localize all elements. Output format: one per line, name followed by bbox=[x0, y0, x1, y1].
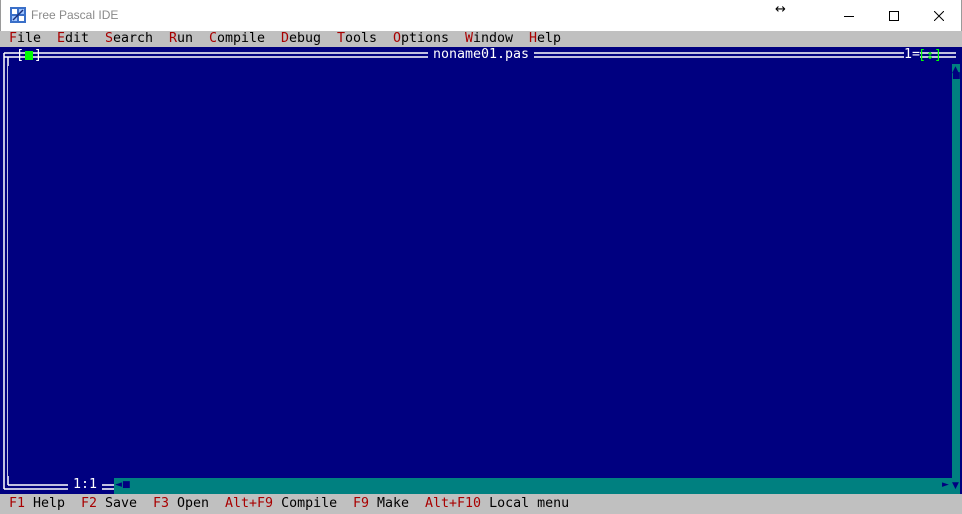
app-icon bbox=[10, 7, 26, 23]
menu-compile[interactable]: Compile bbox=[209, 31, 265, 47]
menu-edit[interactable]: Edit bbox=[57, 31, 89, 47]
status-bar: F1 Help F2 Save F3 Open Alt+F9 Compile F… bbox=[0, 494, 962, 514]
menu-window[interactable]: Window bbox=[465, 31, 513, 47]
status-make[interactable]: F9 Make bbox=[353, 494, 409, 514]
vertical-scrollbar[interactable]: ▲ ■ ▼ bbox=[952, 64, 961, 494]
menu-options[interactable]: Options bbox=[393, 31, 449, 47]
zoom-arrows-icon: [↕] bbox=[918, 48, 943, 63]
window-title: Free Pascal IDE bbox=[31, 8, 119, 22]
menu-file[interactable]: File bbox=[9, 31, 41, 47]
resize-cursor-icon: ↔ bbox=[775, 2, 786, 17]
close-button[interactable] bbox=[916, 0, 962, 31]
scroll-thumb-vertical[interactable]: ■ bbox=[952, 72, 961, 81]
scroll-left-arrow-icon[interactable]: ◄ bbox=[115, 481, 122, 490]
ide-console: File Edit Search Run Compile Debug Tools… bbox=[0, 31, 962, 514]
close-box-icon bbox=[25, 50, 34, 60]
scroll-thumb-horizontal[interactable]: ■ bbox=[122, 481, 131, 490]
menu-tools[interactable]: Tools bbox=[337, 31, 377, 47]
window-zoom-box[interactable]: [↕] bbox=[918, 48, 942, 64]
editor-filename: noname01.pas bbox=[428, 47, 535, 63]
status-open[interactable]: F3 Open bbox=[153, 494, 209, 514]
scroll-down-arrow-icon[interactable]: ▼ bbox=[952, 482, 959, 491]
horizontal-scrollbar[interactable]: ◄ ■ ► bbox=[114, 478, 952, 494]
menu-search[interactable]: Search bbox=[105, 31, 153, 47]
menu-run[interactable]: Run bbox=[169, 31, 193, 47]
status-save[interactable]: F2 Save bbox=[81, 494, 137, 514]
close-icon bbox=[934, 10, 944, 21]
minimize-button[interactable] bbox=[826, 0, 872, 31]
status-local-menu[interactable]: Alt+F10 Local menu bbox=[425, 494, 569, 514]
status-help[interactable]: F1 Help bbox=[9, 494, 65, 514]
window-titlebar[interactable]: Free Pascal IDE ↔ bbox=[0, 0, 962, 31]
minimize-icon bbox=[844, 15, 854, 17]
maximize-icon bbox=[889, 10, 899, 21]
editor-text-area[interactable] bbox=[8, 66, 952, 476]
cursor-position: 1:1 bbox=[68, 477, 103, 493]
menu-debug[interactable]: Debug bbox=[281, 31, 321, 47]
menu-bar: File Edit Search Run Compile Debug Tools… bbox=[0, 31, 962, 47]
menu-help[interactable]: Help bbox=[529, 31, 561, 47]
maximize-button[interactable] bbox=[871, 0, 917, 31]
window-close-box[interactable]: [] bbox=[16, 48, 42, 64]
scroll-right-arrow-icon[interactable]: ► bbox=[942, 481, 949, 490]
status-compile[interactable]: Alt+F9 Compile bbox=[225, 494, 337, 514]
